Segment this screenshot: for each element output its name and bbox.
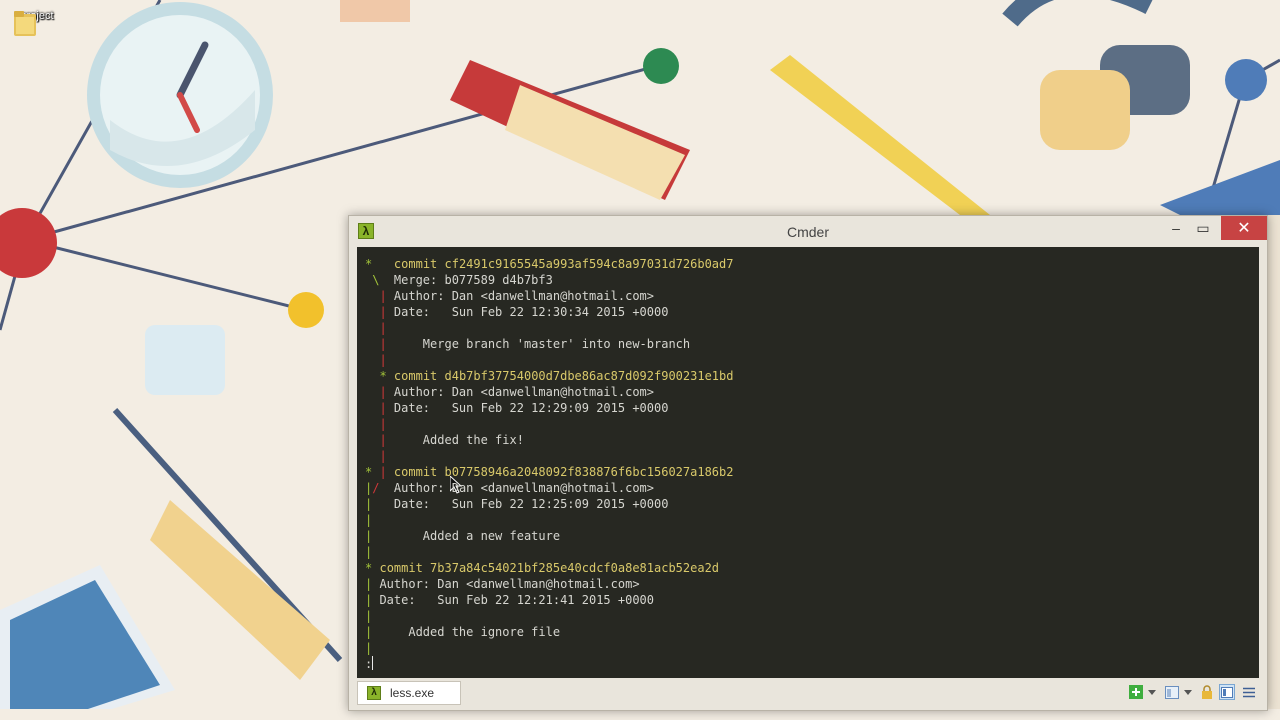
terminal-line: * | commit b07758946a2048092f838876f6bc1… <box>365 464 733 480</box>
text-cursor <box>372 656 374 670</box>
terminal-text: : <box>365 657 373 671</box>
terminal-text: Added the ignore file <box>372 625 561 639</box>
terminal-line: | <box>365 320 387 336</box>
add-console-icon[interactable] <box>1129 684 1143 700</box>
dropdown-arrow-icon[interactable] <box>1147 684 1157 700</box>
terminal-text: | <box>365 353 387 367</box>
terminal-line: | Date: Sun Feb 22 12:29:09 2015 +0000 <box>365 400 668 416</box>
terminal-line: * commit 7b37a84c54021bf285e40cdcf0a8e81… <box>365 560 719 576</box>
terminal-text: Author: Dan <danwellman@hotmail.com> <box>386 385 654 399</box>
terminal-text: Merge: b077589 d4b7bf3 <box>379 273 553 287</box>
terminal-text: | <box>365 609 373 623</box>
terminal-text: Date: Sun Feb 22 12:29:09 2015 +0000 <box>386 401 669 415</box>
terminal-text: Merge branch 'master' into new-branch <box>386 337 691 351</box>
terminal-text: | <box>372 465 387 479</box>
terminal-text: commit b07758946a2048092f838876f6bc15602… <box>393 465 734 479</box>
dropdown-arrow-icon[interactable] <box>1183 684 1193 700</box>
console-view-icon[interactable] <box>1165 684 1179 700</box>
maximize-button[interactable]: ▭ <box>1189 216 1217 240</box>
menu-icon[interactable] <box>1242 684 1256 700</box>
terminal-text: | <box>365 321 387 335</box>
terminal-line: | Date: Sun Feb 22 12:21:41 2015 +0000 <box>365 592 654 608</box>
terminal-line: | Date: Sun Feb 22 12:30:34 2015 +0000 <box>365 304 668 320</box>
lambda-icon: λ <box>367 686 381 700</box>
terminal-line: | Author: Dan <danwellman@hotmail.com> <box>365 288 654 304</box>
terminal-line: | <box>365 640 372 656</box>
terminal-text: | <box>365 545 373 559</box>
terminal-text: Date: Sun Feb 22 12:30:34 2015 +0000 <box>386 305 669 319</box>
terminal-text: \ <box>365 273 380 287</box>
window-title: Cmder <box>786 224 829 240</box>
terminal-text: Date: Sun Feb 22 12:21:41 2015 +0000 <box>372 593 654 607</box>
terminal-line: | Added the ignore file <box>365 624 560 640</box>
terminal-line: | <box>365 544 372 560</box>
terminal-text: Author: Dan <danwellman@hotmail.com> <box>372 577 640 591</box>
terminal-line: | <box>365 416 387 432</box>
terminal-text: | <box>365 641 373 655</box>
terminal-line: |/ Author: Dan <danwellman@hotmail.com> <box>365 480 654 496</box>
lock-icon[interactable] <box>1200 684 1214 700</box>
terminal-text: commit 7b37a84c54021bf285e40cdcf0a8e81ac… <box>379 561 720 575</box>
close-button[interactable]: ✕ <box>1221 216 1267 240</box>
desktop-icon-project[interactable]: project <box>12 8 62 36</box>
terminal-line: | Author: Dan <danwellman@hotmail.com> <box>365 384 654 400</box>
terminal-text: | <box>365 433 387 447</box>
minimize-button[interactable]: – <box>1162 216 1190 240</box>
terminal-line: : <box>365 656 374 672</box>
terminal-line: | Added a new feature <box>365 528 560 544</box>
terminal-text: Date: Sun Feb 22 12:25:09 2015 +0000 <box>372 497 669 511</box>
console-tab[interactable]: λ less.exe <box>357 681 461 705</box>
cmder-window: λ Cmder – ▭ ✕ * commit cf2491c9165545a99… <box>348 215 1268 711</box>
terminal-line: | Author: Dan <danwellman@hotmail.com> <box>365 576 640 592</box>
terminal-line: | <box>365 352 387 368</box>
terminal-line: \ Merge: b077589 d4b7bf3 <box>365 272 553 288</box>
terminal-text: Author: Dan <danwellman@hotmail.com> <box>379 481 655 495</box>
terminal-text: | <box>365 337 387 351</box>
terminal-text: Added a new feature <box>372 529 561 543</box>
split-view-icon[interactable] <box>1219 684 1235 700</box>
terminal-text: commit cf2491c9165545a993af594c8a97031d7… <box>393 257 734 271</box>
terminal-line: | <box>365 608 372 624</box>
terminal-text: | <box>365 513 373 527</box>
folder-icon <box>14 11 36 36</box>
terminal-line: * commit d4b7bf37754000d7dbe86ac87d092f9… <box>365 368 733 384</box>
terminal-text: | <box>365 449 387 463</box>
terminal-line: | <box>365 448 387 464</box>
terminal-line: | <box>365 512 372 528</box>
terminal-line: | Date: Sun Feb 22 12:25:09 2015 +0000 <box>365 496 668 512</box>
terminal-text: | <box>365 401 387 415</box>
terminal-text: | <box>365 289 387 303</box>
terminal-text: | <box>365 305 387 319</box>
terminal-text: Author: Dan <danwellman@hotmail.com> <box>386 289 654 303</box>
title-bar[interactable]: λ Cmder – ▭ ✕ <box>349 216 1267 247</box>
terminal-text: Added the fix! <box>386 433 524 447</box>
terminal-text: | <box>365 417 387 431</box>
status-bar: λ less.exe <box>349 679 1267 710</box>
terminal-output[interactable]: * commit cf2491c9165545a993af594c8a97031… <box>357 247 1259 678</box>
terminal-line: * commit cf2491c9165545a993af594c8a97031… <box>365 256 733 272</box>
terminal-line: | Merge branch 'master' into new-branch <box>365 336 690 352</box>
terminal-text: | <box>365 385 387 399</box>
terminal-text: * <box>379 369 387 383</box>
terminal-text: commit d4b7bf37754000d7dbe86ac87d092f900… <box>393 369 734 383</box>
console-tab-label: less.exe <box>390 686 435 700</box>
terminal-line: | Added the fix! <box>365 432 524 448</box>
